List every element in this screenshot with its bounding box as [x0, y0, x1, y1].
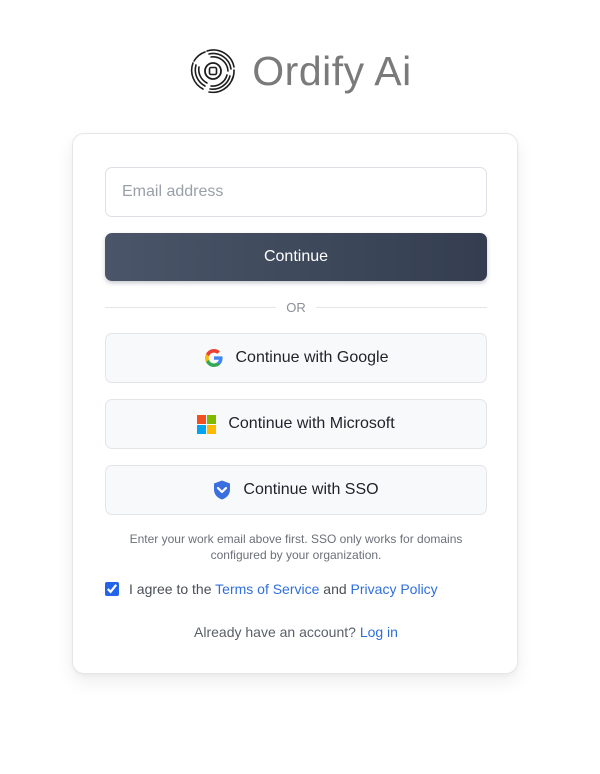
continue-with-microsoft-button[interactable]: Continue with Microsoft: [105, 399, 487, 449]
terms-agreement: I agree to the Terms of Service and Priv…: [105, 579, 438, 599]
divider-line-left: [105, 306, 277, 308]
terms-text: I agree to the Terms of Service and Priv…: [129, 581, 438, 597]
terms-of-service-link[interactable]: Terms of Service: [215, 581, 319, 597]
continue-with-sso-button[interactable]: Continue with SSO: [105, 465, 487, 515]
divider-line-right: [315, 306, 487, 308]
terms-prefix: I agree to the: [129, 581, 212, 597]
shield-icon: [213, 480, 231, 500]
sso-help-line-2: configured by your organization.: [210, 548, 382, 562]
google-button-label: Continue with Google: [235, 349, 389, 366]
login-prompt-text: Already have an account?: [194, 624, 356, 640]
brand-name: Ordify Ai: [252, 47, 412, 94]
continue-button[interactable]: Continue: [105, 233, 487, 281]
sso-help-line-1: Enter your work email above first. SSO o…: [129, 532, 463, 546]
email-field[interactable]: [105, 167, 487, 217]
login-prompt: Already have an account? Log in: [73, 624, 519, 640]
continue-with-google-button[interactable]: Continue with Google: [105, 333, 487, 383]
brand-header: Ordify Ai: [0, 44, 600, 98]
signup-card: Continue OR Continue with Google: [72, 133, 518, 674]
or-divider: OR: [105, 298, 487, 316]
terms-conjunction: and: [323, 581, 347, 597]
divider-label: OR: [286, 299, 306, 315]
log-in-link[interactable]: Log in: [360, 624, 398, 640]
sso-button-label: Continue with SSO: [243, 481, 379, 498]
swirl-shutter-logo-icon: [191, 49, 236, 94]
microsoft-button-label: Continue with Microsoft: [228, 415, 395, 432]
terms-checkbox[interactable]: [105, 582, 119, 596]
microsoft-icon: [197, 414, 217, 434]
sso-help-text: Enter your work email above first. SSO o…: [105, 531, 487, 563]
google-icon: [204, 348, 224, 368]
privacy-policy-link[interactable]: Privacy Policy: [351, 581, 438, 597]
signup-page: Ordify Ai Continue OR Continue with Goog…: [0, 0, 600, 774]
